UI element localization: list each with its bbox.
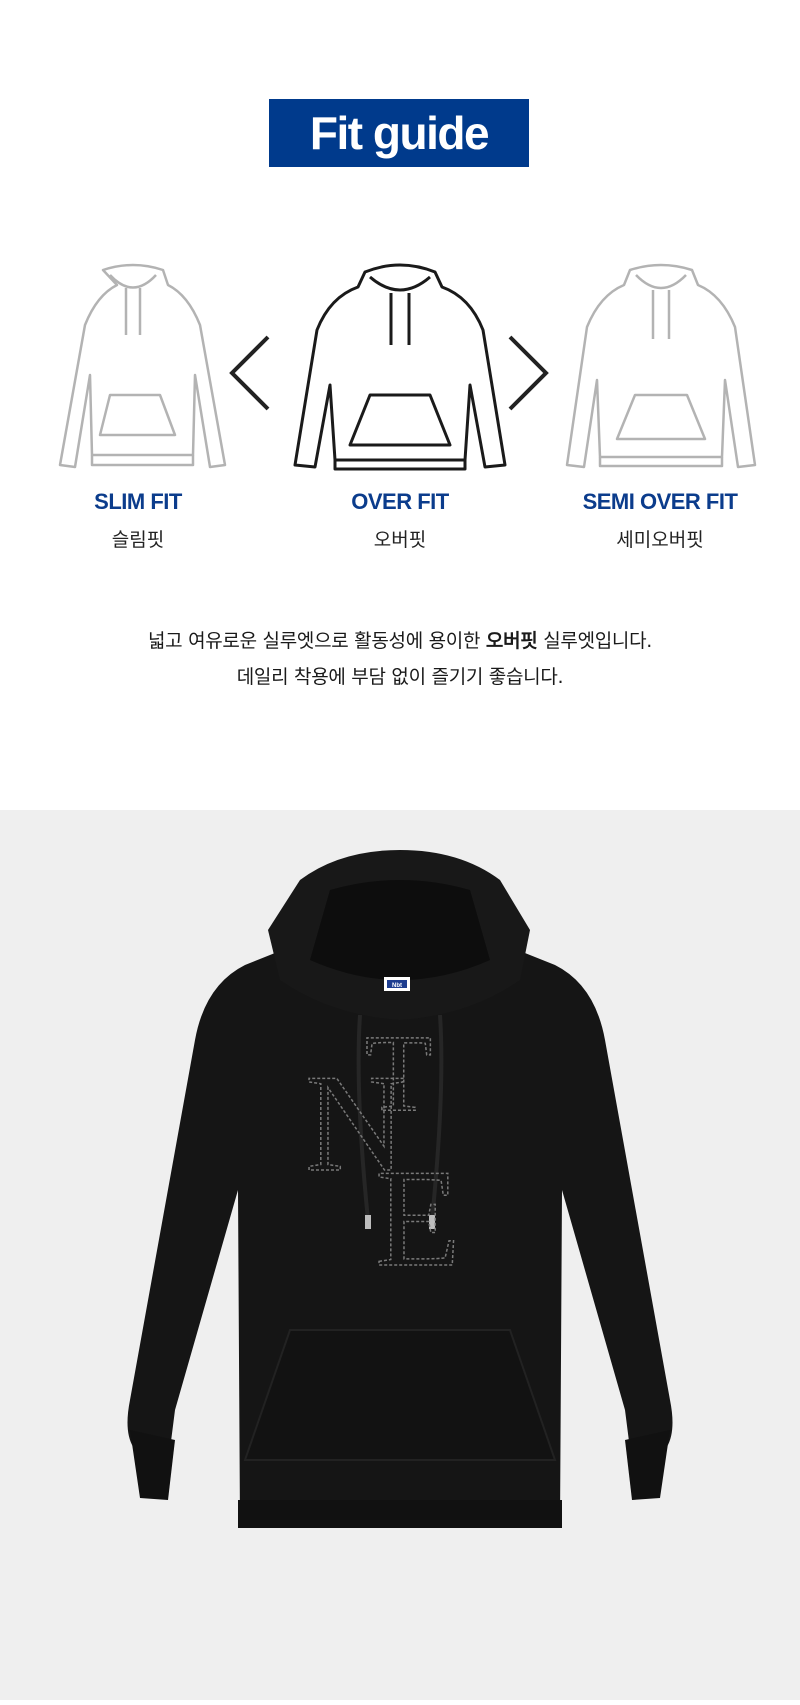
fit-description-line-1: 넓고 여유로운 실루엣으로 활동성에 용이한 오버핏 실루엣입니다.: [0, 626, 800, 653]
fit-illustrations: [58, 263, 757, 471]
over-fit-hoodie-icon: [293, 263, 507, 471]
slim-fit-korean-label: 슬림핏: [111, 529, 165, 551]
fit-description-line-2: 데일리 착용에 부담 없이 즐기기 좋습니다.: [236, 666, 564, 688]
slim-fit-hoodie-icon: [58, 263, 227, 469]
description-text: 넓고 여유로운 실루엣으로 활동성에 용이한: [147, 630, 486, 652]
semi-over-fit-korean-label: 세미오버핏: [616, 529, 704, 551]
over-fit-korean-label: 오버핏: [373, 529, 427, 551]
slim-fit-label: SLIM FIT: [94, 489, 182, 514]
arrow-left-icon: [229, 335, 270, 411]
black-hoodie-image: Nbt N T E: [127, 850, 673, 1528]
description-bold-text: 오버핏: [485, 630, 538, 652]
brand-tag-text: Nbt: [392, 983, 402, 989]
arrow-right-icon: [508, 335, 549, 411]
semi-over-fit-hoodie-icon: [565, 263, 757, 469]
logo-letter-e: E: [375, 1141, 461, 1296]
description-text-suffix: 실루엣입니다.: [537, 630, 653, 652]
page-title: Fit guide: [269, 99, 529, 167]
semi-over-fit-label: SEMI OVER FIT: [582, 489, 738, 514]
logo-letter-t: T: [365, 1012, 432, 1134]
over-fit-label: OVER FIT: [351, 489, 449, 514]
product-photo: Nbt N T E: [0, 810, 800, 1700]
